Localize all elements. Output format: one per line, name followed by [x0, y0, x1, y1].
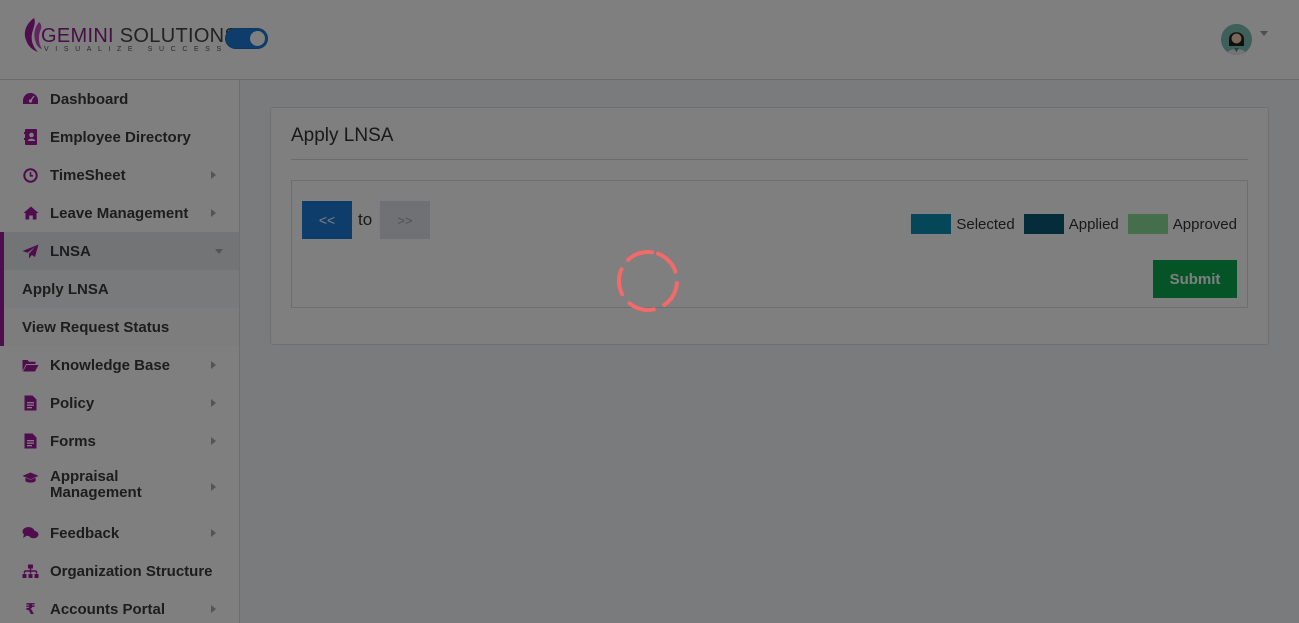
loading-spinner-icon: [617, 250, 679, 312]
